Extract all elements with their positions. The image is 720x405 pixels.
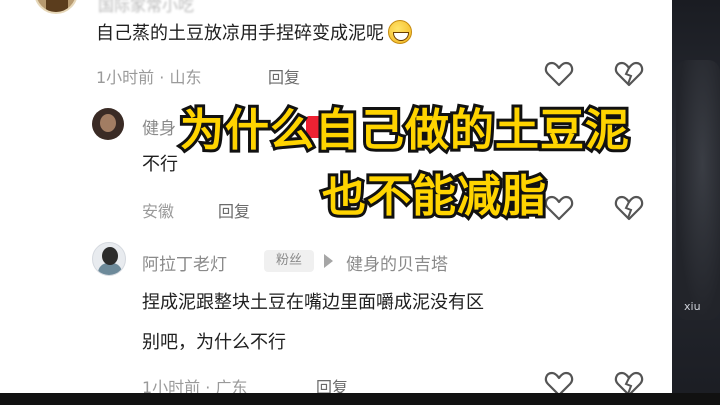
video-caption-line-2: 也不能减脂 bbox=[319, 168, 549, 225]
video-frame: 国际家常小吃 自己蒸的土豆放凉用手捏碎变成泥呢 1小时前 · 山东 回复 健身 … bbox=[0, 0, 720, 405]
comment-text: 自己蒸的土豆放凉用手捏碎变成泥呢 bbox=[96, 20, 412, 47]
avatar[interactable] bbox=[92, 242, 126, 276]
reply-button[interactable]: 回复 bbox=[218, 198, 250, 222]
comment-meta: 1小时前 · 山东 bbox=[96, 68, 202, 87]
avatar[interactable] bbox=[34, 0, 78, 14]
video-caption-line-1: 为什么自己做的土豆泥 bbox=[177, 102, 632, 159]
background-figure bbox=[676, 60, 720, 320]
dislike-broken-heart-icon[interactable] bbox=[614, 60, 644, 88]
reply-to-username[interactable]: 健身的贝吉塔 bbox=[346, 250, 448, 275]
reply-text: 不行 bbox=[142, 154, 178, 175]
reply-username[interactable]: 阿拉丁老灯 bbox=[142, 250, 227, 275]
avatar[interactable] bbox=[92, 108, 124, 140]
background-tag: xiu bbox=[684, 300, 701, 313]
dislike-broken-heart-icon[interactable] bbox=[614, 194, 644, 222]
avatar-mark bbox=[46, 0, 68, 12]
like-heart-icon[interactable] bbox=[544, 60, 574, 88]
comment-body: 自己蒸的土豆放凉用手捏碎变成泥呢 bbox=[96, 23, 384, 44]
comment-panel: 国际家常小吃 自己蒸的土豆放凉用手捏碎变成泥呢 1小时前 · 山东 回复 健身 … bbox=[0, 0, 672, 405]
reply-text-line-2: 别吧，为什么不行 bbox=[142, 332, 286, 353]
reply-button[interactable]: 回复 bbox=[268, 64, 300, 88]
reply-username[interactable]: 健身 bbox=[142, 114, 176, 139]
fans-badge: 粉丝 bbox=[264, 250, 314, 272]
like-heart-icon[interactable] bbox=[544, 194, 574, 222]
background-video-edge bbox=[672, 0, 720, 405]
comment-username[interactable]: 国际家常小吃 bbox=[98, 0, 194, 16]
reply-meta: 安徽 bbox=[142, 202, 175, 221]
reply-text-line-1: 捏成泥跟整块土豆在嘴边里面嚼成泥没有区 bbox=[142, 292, 484, 313]
grinning-face-icon bbox=[388, 20, 412, 44]
reply-to-arrow-icon bbox=[324, 254, 333, 268]
bottom-bar bbox=[0, 393, 720, 405]
